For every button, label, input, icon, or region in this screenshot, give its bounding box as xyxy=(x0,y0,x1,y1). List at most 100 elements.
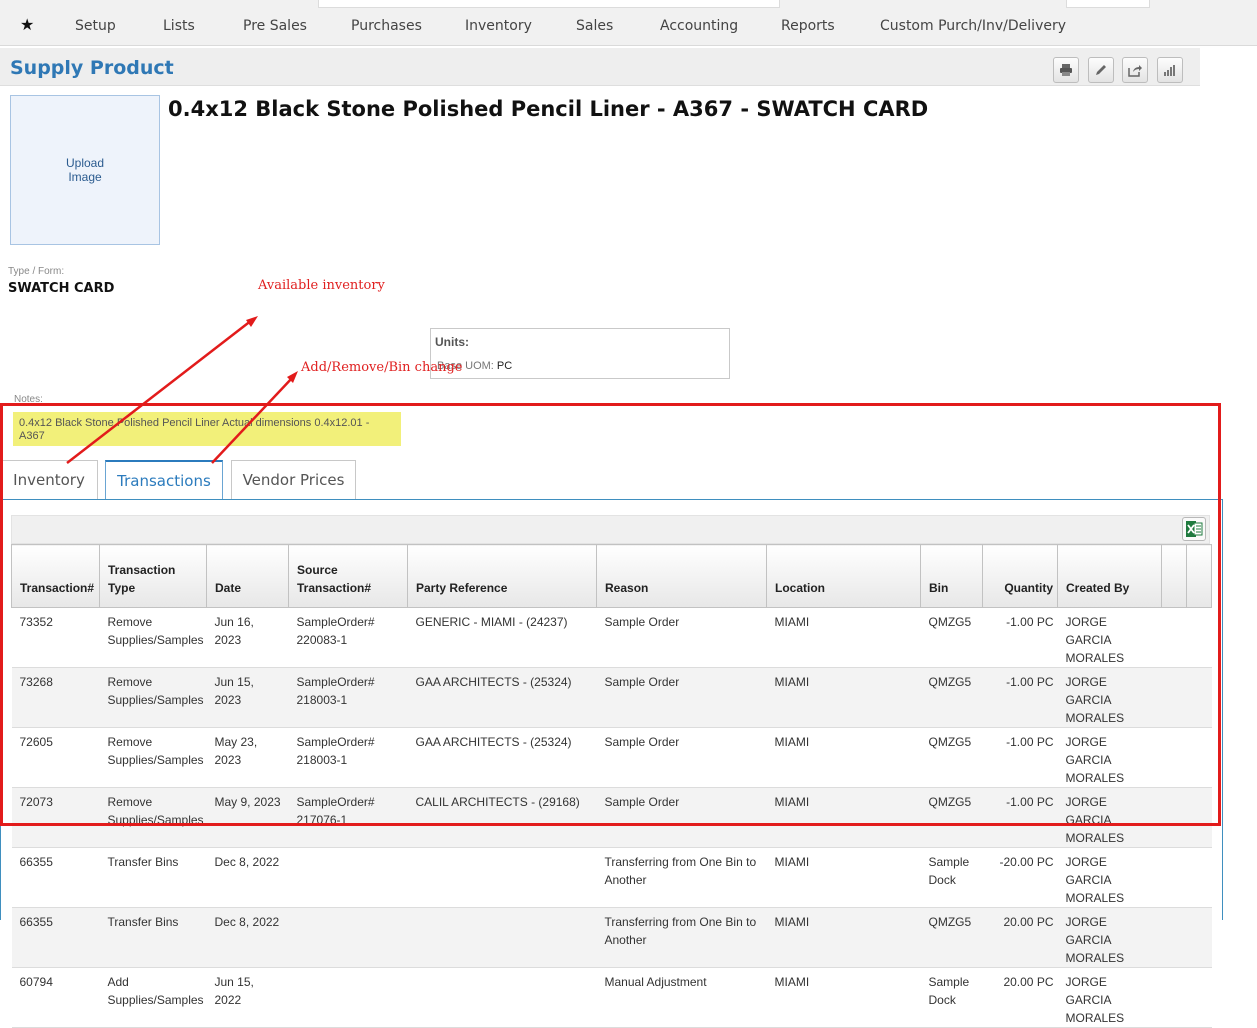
annotation-available-inventory: Available inventory xyxy=(258,278,385,293)
cell-quantity: 20.00 PC xyxy=(982,967,1058,1028)
edit-button[interactable] xyxy=(1088,57,1114,83)
cell-reason: Transferring from One Bin to Another xyxy=(596,847,767,908)
col-header-transaction[interactable]: Transaction# xyxy=(11,544,100,608)
table-row[interactable]: 72605 Remove Supplies/Samples May 23, 2023… xyxy=(11,727,1212,788)
nav-item-sales[interactable]: Sales xyxy=(576,18,613,34)
col-header-created-by[interactable]: Created By xyxy=(1057,544,1162,608)
type-form-value: SWATCH CARD xyxy=(8,281,115,296)
cell-extra xyxy=(1186,727,1212,788)
table-row[interactable]: 66355 Transfer Bins Dec 8, 2022 Transferrin… xyxy=(11,907,1212,968)
cell-type: Remove Supplies/Samples xyxy=(99,607,207,668)
cell-date: Jun 15, 2023 xyxy=(206,667,289,728)
col-header-type[interactable]: Transaction Type xyxy=(99,544,207,608)
col-header-party[interactable]: Party Reference xyxy=(407,544,597,608)
cell-date: Dec 8, 2022 xyxy=(206,847,289,908)
col-header-date[interactable]: Date xyxy=(206,544,289,608)
annotation-add-remove: Add/Remove/Bin change xyxy=(301,360,463,375)
cell-date: Jun 16, 2023 xyxy=(206,607,289,668)
cell-bin: QMZG5 xyxy=(920,667,983,728)
nav-top-strip xyxy=(318,0,780,8)
nav-top-strip xyxy=(1066,0,1150,8)
cell-extra xyxy=(1186,907,1212,968)
cell-party: CALIL ARCHITECTS - (29168) xyxy=(407,787,597,848)
nav-item-pre-sales[interactable]: Pre Sales xyxy=(243,18,307,34)
page-title: Supply Product xyxy=(10,57,174,79)
cell-reason: Manual Adjustment xyxy=(596,967,767,1028)
cell-date: Dec 8, 2022 xyxy=(206,907,289,968)
cell-reason: Sample Order xyxy=(596,607,767,668)
nav-item-reports[interactable]: Reports xyxy=(781,18,835,34)
cell-created-by: JORGE GARCIA MORALES xyxy=(1057,907,1162,968)
nav-item-accounting[interactable]: Accounting xyxy=(660,18,738,34)
units-box: Units: Base UOM: PC xyxy=(430,328,730,379)
favorites-star-icon[interactable]: ★ xyxy=(20,15,34,34)
cell-created-by: JORGE GARCIA MORALES xyxy=(1057,727,1162,788)
cell-transaction: 72073 xyxy=(11,787,100,848)
chart-icon xyxy=(1164,65,1175,76)
cell-quantity: -20.00 PC xyxy=(982,847,1058,908)
cell-extra xyxy=(1161,727,1187,788)
cell-bin: QMZG5 xyxy=(920,607,983,668)
upload-image-label: Upload Image xyxy=(65,156,105,184)
cell-source xyxy=(288,907,408,968)
cell-date: May 23, 2023 xyxy=(206,727,289,788)
cell-transaction: 73268 xyxy=(11,667,100,728)
table-row[interactable]: 72073 Remove Supplies/Samples May 9, 2023 S… xyxy=(11,787,1212,848)
cell-bin: Sample Dock xyxy=(920,967,983,1028)
col-header-source[interactable]: Source Transaction# xyxy=(288,544,408,608)
cell-created-by: JORGE GARCIA MORALES xyxy=(1057,607,1162,668)
share-icon xyxy=(1128,65,1142,77)
notes-label: Notes: xyxy=(14,394,43,405)
col-header-location[interactable]: Location xyxy=(766,544,921,608)
cell-created-by: JORGE GARCIA MORALES xyxy=(1057,667,1162,728)
cell-location: MIAMI xyxy=(766,967,921,1028)
nav-item-lists[interactable]: Lists xyxy=(163,18,195,34)
table-row[interactable]: 60794 Add Supplies/Samples Jun 15, 2022 Man… xyxy=(11,967,1212,1028)
upload-image-button[interactable]: Upload Image xyxy=(10,95,160,245)
col-header-bin[interactable]: Bin xyxy=(920,544,983,608)
cell-type: Remove Supplies/Samples xyxy=(99,787,207,848)
cell-party xyxy=(407,907,597,968)
chart-button[interactable] xyxy=(1157,57,1183,83)
table-row[interactable]: 73268 Remove Supplies/Samples Jun 15, 2023… xyxy=(11,667,1212,728)
nav-item-inventory[interactable]: Inventory xyxy=(465,18,532,34)
col-header-reason[interactable]: Reason xyxy=(596,544,767,608)
cell-party xyxy=(407,847,597,908)
table-row[interactable]: 73352 Remove Supplies/Samples Jun 16, 2023… xyxy=(11,607,1212,668)
cell-extra xyxy=(1186,787,1212,848)
cell-bin: QMZG5 xyxy=(920,787,983,848)
cell-created-by: JORGE GARCIA MORALES xyxy=(1057,787,1162,848)
excel-export-button[interactable] xyxy=(1182,517,1206,541)
cell-bin: Sample Dock xyxy=(920,847,983,908)
cell-transaction: 66355 xyxy=(11,847,100,908)
tab-inventory[interactable]: Inventory xyxy=(0,460,98,499)
grid-toolbar xyxy=(11,515,1210,544)
print-button[interactable] xyxy=(1053,57,1079,83)
type-form-label: Type / Form: xyxy=(8,266,65,277)
col-header-extra xyxy=(1186,544,1212,608)
nav-item-purchases[interactable]: Purchases xyxy=(351,18,422,34)
arrowhead-add-remove xyxy=(287,371,298,383)
cell-source: SampleOrder# 220083-1 xyxy=(288,607,408,668)
cell-bin: QMZG5 xyxy=(920,907,983,968)
cell-extra xyxy=(1161,607,1187,668)
cell-reason: Sample Order xyxy=(596,667,767,728)
table-row[interactable]: 66355 Transfer Bins Dec 8, 2022 Transferrin… xyxy=(11,847,1212,908)
cell-quantity: -1.00 PC xyxy=(982,727,1058,788)
col-header-quantity[interactable]: Quantity xyxy=(982,544,1058,608)
cell-source: SampleOrder# 218003-1 xyxy=(288,727,408,788)
cell-date: Jun 15, 2022 xyxy=(206,967,289,1028)
cell-location: MIAMI xyxy=(766,907,921,968)
tab-transactions[interactable]: Transactions xyxy=(105,460,223,500)
nav-item-custom[interactable]: Custom Purch/Inv/Delivery xyxy=(880,18,1066,34)
cell-quantity: -1.00 PC xyxy=(982,667,1058,728)
tab-vendor-prices[interactable]: Vendor Prices xyxy=(231,460,356,499)
share-button[interactable] xyxy=(1122,57,1148,83)
cell-type: Remove Supplies/Samples xyxy=(99,727,207,788)
cell-transaction: 73352 xyxy=(11,607,100,668)
col-header-extra xyxy=(1161,544,1187,608)
page-header: Supply Product xyxy=(0,48,1200,86)
arrowhead-available xyxy=(246,316,258,327)
nav-item-setup[interactable]: Setup xyxy=(75,18,116,34)
cell-extra xyxy=(1186,847,1212,908)
